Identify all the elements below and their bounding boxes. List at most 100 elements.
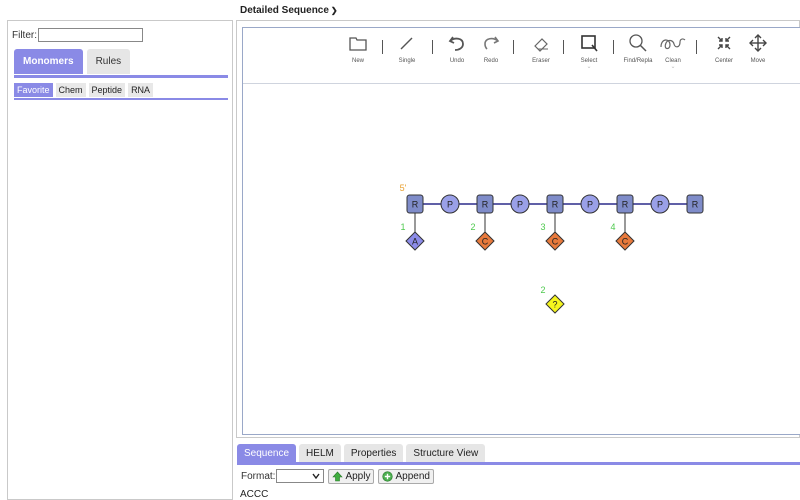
monomer-library-panel: Filter: Monomers Rules Favorite Chem Pep… bbox=[7, 20, 233, 500]
format-row: Format: Apply Append bbox=[241, 468, 434, 484]
view-title: Detailed Sequence bbox=[240, 5, 329, 16]
undo-button[interactable]: Undo bbox=[439, 32, 475, 64]
backbone-label: P bbox=[447, 200, 453, 210]
format-select[interactable] bbox=[276, 469, 325, 483]
phosphate-monomer[interactable] bbox=[510, 194, 530, 214]
eraser-label: Eraser bbox=[532, 58, 550, 64]
sugar-monomer[interactable] bbox=[406, 194, 424, 214]
select-button[interactable]: Select ⌄ bbox=[571, 32, 607, 70]
redo-label: Redo bbox=[483, 58, 499, 64]
base-number: 3 bbox=[540, 222, 545, 232]
toolbar-separator bbox=[563, 40, 564, 54]
eraser-button[interactable]: Eraser bbox=[523, 32, 559, 64]
tab-properties[interactable]: Properties bbox=[343, 444, 404, 463]
monomer-type-tabs: Favorite Chem Peptide RNA bbox=[14, 83, 156, 97]
new-label: New bbox=[351, 58, 364, 64]
toolbar-separator bbox=[513, 40, 514, 54]
center-label: Center bbox=[714, 58, 733, 64]
center-icon bbox=[717, 36, 731, 50]
unknown-monomer-number: 2 bbox=[540, 285, 545, 295]
rna-structure: 5'A1R PC2R PC3R PC4R P R?2 bbox=[400, 183, 704, 314]
chevron-down-icon[interactable]: ⌄ bbox=[655, 64, 691, 70]
chevron-down-icon bbox=[312, 473, 321, 479]
toolbar-separator bbox=[613, 40, 614, 54]
phosphate-monomer[interactable] bbox=[440, 194, 460, 214]
undo-icon bbox=[448, 36, 464, 51]
folder-icon bbox=[349, 37, 367, 51]
tab-structure-view[interactable]: Structure View bbox=[406, 444, 486, 463]
backbone-label: R bbox=[552, 200, 559, 210]
filter-row: Filter: bbox=[12, 28, 143, 42]
tab-sequence[interactable]: Sequence bbox=[237, 444, 297, 463]
tab-chem[interactable]: Chem bbox=[55, 83, 86, 97]
redo-icon bbox=[484, 36, 500, 50]
find-replace-label: Find/Repla bbox=[623, 58, 653, 64]
toolbar-separator bbox=[382, 40, 383, 54]
redo-button[interactable]: Redo bbox=[473, 32, 509, 64]
backbone-label: R bbox=[622, 200, 629, 210]
chevron-down-icon[interactable]: ⌄ bbox=[571, 64, 607, 70]
tab-peptide[interactable]: Peptide bbox=[88, 83, 126, 97]
drawing-canvas[interactable]: New Single Undo Redo Eraser Select ⌄ Fin… bbox=[242, 27, 800, 435]
base-monomer[interactable] bbox=[475, 231, 495, 251]
tab-monomers[interactable]: Monomers bbox=[14, 49, 83, 74]
apply-button[interactable]: Apply bbox=[328, 468, 375, 484]
move-icon bbox=[749, 34, 767, 52]
filter-label: Filter: bbox=[12, 29, 37, 41]
eraser-icon bbox=[534, 38, 548, 52]
backbone-label: P bbox=[657, 200, 663, 210]
tab-helm[interactable]: HELM bbox=[299, 444, 341, 463]
toolbar: New Single Undo Redo Eraser Select ⌄ Fin… bbox=[243, 28, 800, 86]
apply-label: Apply bbox=[345, 470, 371, 482]
append-button[interactable]: Append bbox=[378, 468, 434, 484]
filter-input[interactable] bbox=[38, 28, 143, 42]
single-bond-icon bbox=[400, 37, 413, 50]
base-label: C bbox=[552, 237, 559, 247]
sub-tab-underline bbox=[14, 98, 228, 100]
base-number: 1 bbox=[400, 222, 405, 232]
sugar-monomer[interactable] bbox=[616, 194, 634, 214]
backbone-label: P bbox=[517, 200, 523, 210]
toolbar-separator bbox=[696, 40, 697, 54]
base-label: C bbox=[622, 237, 629, 247]
phosphate-monomer[interactable] bbox=[650, 194, 670, 214]
base-label: C bbox=[482, 237, 489, 247]
find-replace-button[interactable]: Find/Repla bbox=[620, 32, 656, 64]
move-button[interactable]: Move bbox=[740, 32, 776, 64]
unknown-monomer-label: ? bbox=[552, 300, 557, 310]
tab-rules[interactable]: Rules bbox=[86, 49, 131, 74]
undo-label: Undo bbox=[449, 58, 465, 64]
base-label: A bbox=[412, 237, 418, 247]
five-prime-label: 5' bbox=[400, 183, 407, 193]
arrow-up-icon bbox=[332, 471, 344, 481]
output-tabs: Sequence HELM Properties Structure View bbox=[237, 444, 488, 463]
single-bond-button[interactable]: Single bbox=[389, 32, 425, 64]
chevron-down-icon: ❯ bbox=[330, 6, 338, 15]
base-number: 4 bbox=[610, 222, 615, 232]
sugar-monomer[interactable] bbox=[476, 194, 494, 214]
select-icon bbox=[581, 35, 598, 52]
clean-button[interactable]: Clean ⌄ bbox=[655, 32, 691, 70]
phosphate-monomer[interactable] bbox=[580, 194, 600, 214]
sequence-output: ACCC bbox=[240, 489, 269, 500]
new-button[interactable]: New bbox=[340, 32, 376, 64]
sugar-monomer[interactable] bbox=[546, 194, 564, 214]
append-label: Append bbox=[395, 470, 430, 482]
magnifier-icon bbox=[629, 34, 647, 52]
base-monomer[interactable] bbox=[545, 231, 565, 251]
tab-rna[interactable]: RNA bbox=[128, 83, 154, 97]
toolbar-divider bbox=[243, 83, 800, 84]
center-button[interactable]: Center bbox=[706, 32, 742, 64]
backbone-label: R bbox=[482, 200, 489, 210]
single-label: Single bbox=[398, 58, 416, 64]
tab-favorite[interactable]: Favorite bbox=[14, 83, 53, 97]
base-monomer[interactable] bbox=[615, 231, 635, 251]
sugar-monomer[interactable] bbox=[686, 194, 704, 214]
base-monomer[interactable] bbox=[405, 231, 425, 251]
backbone-label: R bbox=[412, 200, 419, 210]
unknown-monomer[interactable] bbox=[545, 294, 565, 314]
editor-frame: New Single Undo Redo Eraser Select ⌄ Fin… bbox=[236, 20, 800, 438]
output-tab-underline bbox=[237, 462, 800, 465]
toolbar-separator bbox=[432, 40, 433, 54]
view-selector[interactable]: Detailed Sequence ❯ bbox=[240, 5, 338, 16]
